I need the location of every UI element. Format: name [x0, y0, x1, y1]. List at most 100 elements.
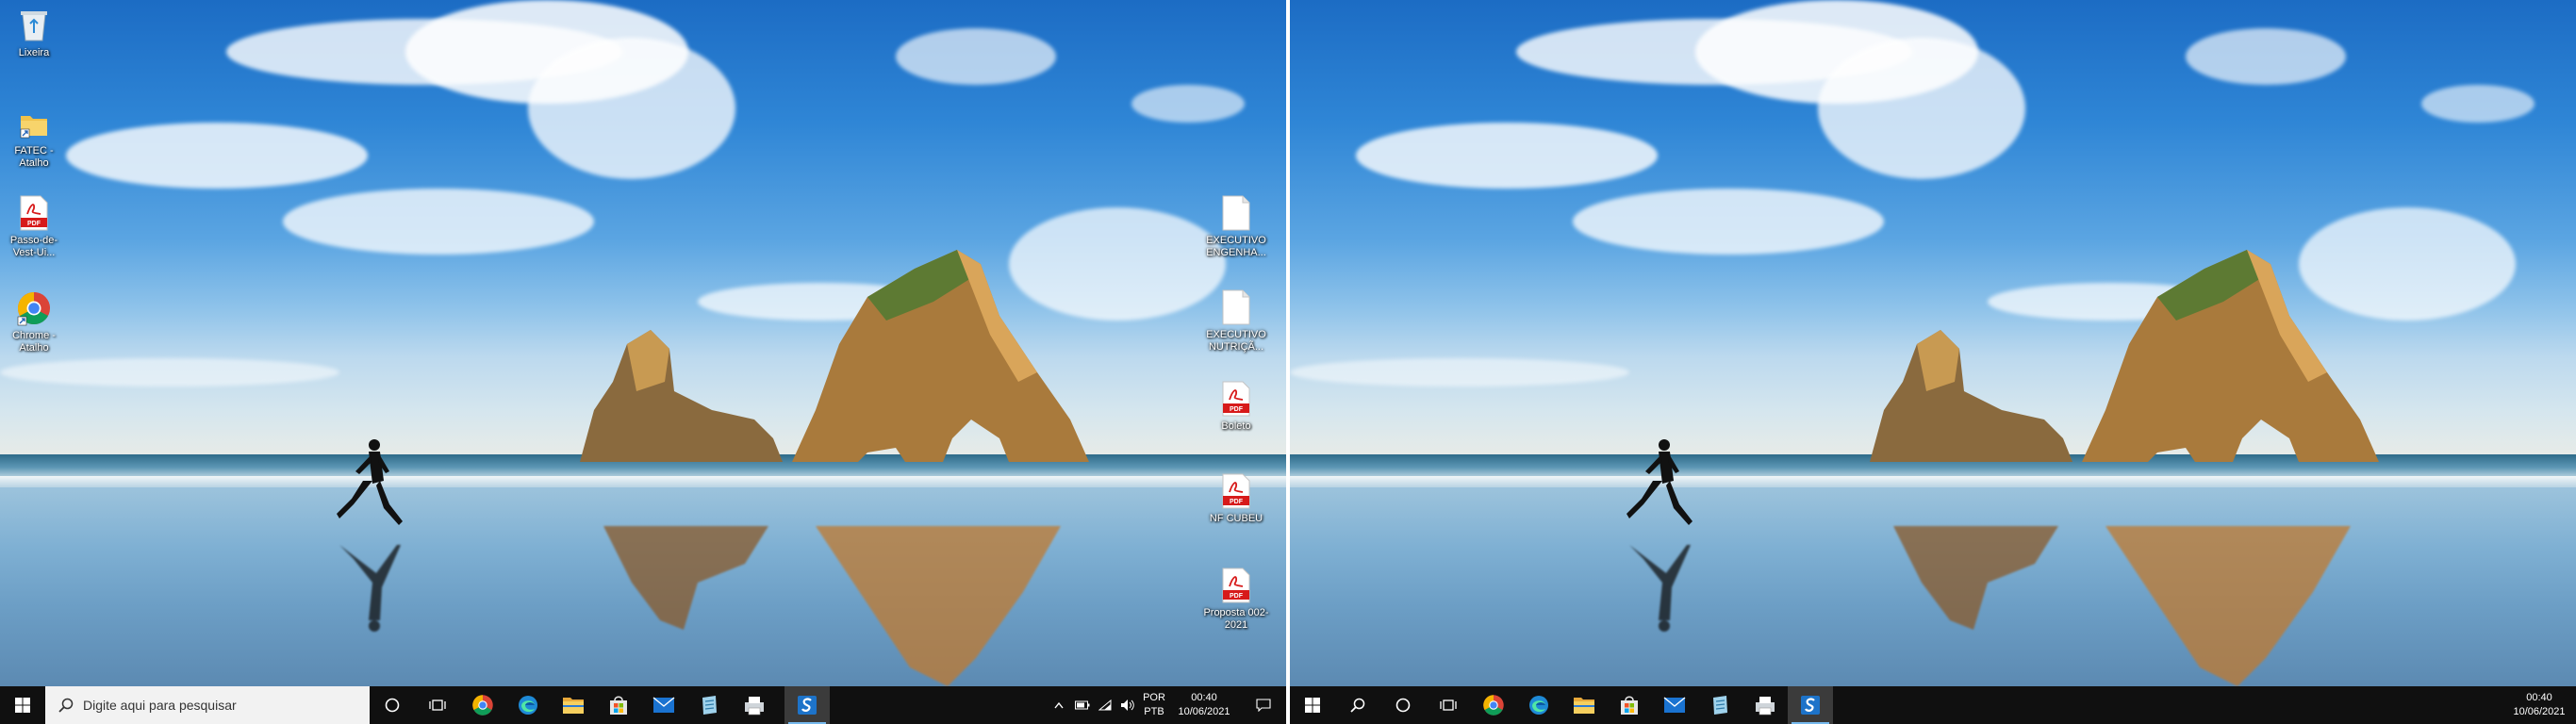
monitor-primary: Lixeira FATEC - Atalho PDF Passo-de-Vest… [0, 0, 1286, 724]
desktop-wallpaper [1290, 0, 2576, 686]
clock-time: 00:40 [1191, 692, 1217, 703]
folder-icon [1574, 698, 1594, 714]
action-center-button[interactable] [1245, 686, 1282, 724]
cortana-button[interactable] [1380, 686, 1426, 724]
windows-icon [15, 698, 30, 713]
desktop-icon-executivo-engenharia[interactable]: EXECUTIVO ENGENHA... [1202, 193, 1270, 259]
taskbar-edge[interactable] [505, 686, 551, 724]
battery-icon [1075, 700, 1090, 710]
cortana-circle-icon [385, 698, 400, 713]
chrome-icon [472, 695, 493, 716]
desktop-icon-passo-de-vest[interactable]: PDF Passo-de-Vest-Ui... [0, 193, 68, 259]
svg-text:PDF: PDF [1230, 593, 1244, 600]
store-bag-icon [610, 696, 627, 715]
store-bag-icon [1621, 696, 1638, 715]
windows-icon [1305, 698, 1320, 713]
clock-date: 10/06/2021 [1178, 706, 1230, 717]
desktop-icon-executivo-nutricao[interactable]: EXECUTIVO NUTRIÇÃ... [1202, 288, 1270, 354]
pdf-icon: PDF [15, 193, 53, 233]
runner-silhouette [337, 439, 403, 525]
cortana-circle-icon [1395, 698, 1411, 713]
taskbar-file-explorer[interactable] [1561, 686, 1607, 724]
clock[interactable]: 00:40 10/06/2021 [1173, 691, 1235, 719]
taskbar-secondary: 00:40 10/06/2021 [1290, 686, 2576, 724]
small-rock [1870, 330, 2072, 462]
task-view-button[interactable] [415, 686, 460, 724]
svg-text:PDF: PDF [27, 221, 41, 227]
small-rock [580, 330, 783, 462]
desktop-icon-proposta[interactable]: PDF Proposta 002-2021 [1202, 566, 1270, 632]
chrome-shortcut-icon [15, 288, 53, 328]
folder-shortcut-icon [15, 104, 53, 143]
taskbar-edge[interactable] [1516, 686, 1561, 724]
taskbar-store[interactable] [1607, 686, 1652, 724]
printer-app-icon [1756, 697, 1775, 716]
file-icon [1217, 288, 1255, 327]
mail-icon [652, 697, 675, 713]
notepad-app-icon [1713, 696, 1727, 715]
desktop-icon-fatec[interactable]: FATEC - Atalho [0, 104, 68, 170]
arch-rock [792, 250, 1089, 462]
taskbar-file-explorer[interactable] [551, 686, 596, 724]
blue-s-app-icon [798, 696, 817, 715]
taskbar-primary: Digite aqui para pesquisar POR PTB 00:40… [0, 686, 1286, 724]
desktop-wallpaper [0, 0, 1286, 686]
chrome-icon [1483, 695, 1504, 716]
clock-date: 10/06/2021 [2513, 706, 2566, 717]
recycle-bin-icon [15, 6, 53, 45]
file-icon [1217, 193, 1255, 233]
pdf-icon: PDF [1217, 379, 1255, 419]
tray-overflow[interactable] [1047, 686, 1071, 724]
speaker-icon [1121, 699, 1134, 711]
mail-icon [1663, 697, 1686, 713]
start-button[interactable] [0, 686, 45, 724]
tray-battery[interactable] [1071, 686, 1094, 724]
taskbar-app-2[interactable] [1742, 686, 1788, 724]
wifi-icon [1098, 699, 1112, 711]
svg-text:PDF: PDF [1230, 499, 1244, 505]
pdf-icon: PDF [1217, 566, 1255, 605]
search-icon [58, 698, 74, 713]
search-icon [1350, 698, 1365, 713]
desktop-icon-boleto[interactable]: PDF Boleto [1202, 379, 1270, 433]
desktop-icon-recycle-bin[interactable]: Lixeira [0, 6, 68, 59]
taskbar-app-3[interactable] [784, 686, 830, 724]
arch-rock [2082, 250, 2379, 462]
clock-time: 00:40 [2526, 692, 2552, 703]
cortana-button[interactable] [370, 686, 415, 724]
printer-app-icon [745, 697, 764, 716]
task-view-button[interactable] [1426, 686, 1471, 724]
desktop-icon-nf-cubeu[interactable]: PDF NF CUBEU [1202, 471, 1270, 525]
folder-icon [563, 698, 584, 714]
edge-icon [519, 696, 537, 715]
svg-text:PDF: PDF [1230, 406, 1244, 413]
chevron-up-icon [1054, 701, 1064, 709]
taskbar-app-2[interactable] [732, 686, 777, 724]
taskbar-store[interactable] [596, 686, 641, 724]
clock[interactable]: 00:40 10/06/2021 [2508, 691, 2570, 719]
taskbar-mail[interactable] [1652, 686, 1697, 724]
edge-icon [1529, 696, 1548, 715]
task-view-icon [1440, 699, 1457, 711]
pdf-icon: PDF [1217, 471, 1255, 511]
blue-s-app-icon [1801, 696, 1820, 715]
taskbar-chrome[interactable] [460, 686, 505, 724]
notification-icon [1256, 699, 1271, 712]
start-button[interactable] [1290, 686, 1335, 724]
tray-network[interactable] [1094, 686, 1116, 724]
desktop-icon-chrome[interactable]: Chrome - Atalho [0, 288, 68, 354]
task-view-icon [429, 699, 446, 711]
taskbar-chrome[interactable] [1471, 686, 1516, 724]
tray-volume[interactable] [1116, 686, 1139, 724]
taskbar-app-1[interactable] [686, 686, 732, 724]
monitor-secondary: 00:40 10/06/2021 [1290, 0, 2576, 724]
input-language[interactable]: POR PTB [1139, 691, 1169, 719]
taskbar-search-box[interactable]: Digite aqui para pesquisar [45, 686, 370, 724]
runner-silhouette [1627, 439, 1693, 525]
taskbar-app-1[interactable] [1697, 686, 1742, 724]
notepad-app-icon [702, 696, 717, 715]
search-placeholder: Digite aqui para pesquisar [83, 698, 237, 713]
search-button[interactable] [1335, 686, 1380, 724]
taskbar-app-3[interactable] [1788, 686, 1833, 724]
taskbar-mail[interactable] [641, 686, 686, 724]
